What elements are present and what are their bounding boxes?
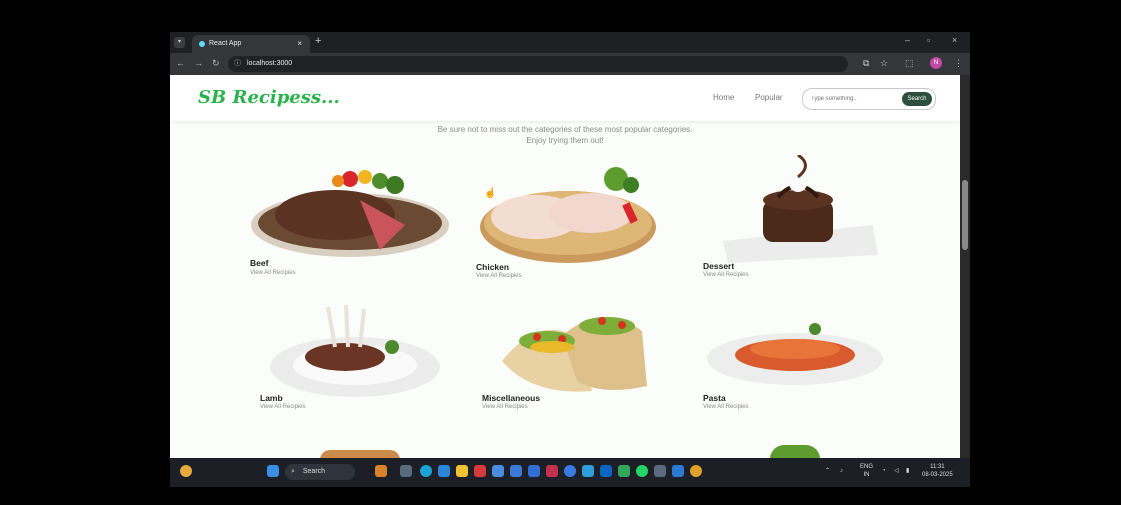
- next-row-image-peek: [770, 445, 820, 458]
- office-icon[interactable]: [546, 465, 558, 477]
- back-button[interactable]: ←: [176, 58, 185, 68]
- teams-icon[interactable]: [582, 465, 594, 477]
- task-view-icon[interactable]: [400, 465, 412, 477]
- category-card-chicken[interactable]: Chicken View All Recipies: [476, 155, 661, 285]
- battery-icon[interactable]: ▮: [906, 467, 909, 475]
- region-code: IN: [863, 472, 870, 478]
- nav-home-link[interactable]: Home: [713, 93, 734, 102]
- page-viewport: SB Recipess... Home Popular Search Be su…: [170, 75, 960, 458]
- store-icon[interactable]: [528, 465, 540, 477]
- calendar-icon[interactable]: [510, 465, 522, 477]
- category-name: Pasta: [703, 393, 726, 403]
- nav-popular-link[interactable]: Popular: [755, 93, 783, 102]
- volume-icon[interactable]: ◁: [894, 467, 899, 475]
- hand-cursor-icon: ☝: [484, 188, 497, 199]
- wifi-icon[interactable]: ◔: [882, 467, 886, 475]
- new-tab-button[interactable]: +: [315, 35, 321, 47]
- reload-button[interactable]: ↻: [212, 58, 220, 69]
- beef-image: [251, 170, 449, 257]
- url-text: localhost:3000: [247, 60, 293, 67]
- search-input[interactable]: [811, 93, 896, 105]
- date: 08-03-2025: [922, 472, 953, 478]
- category-card-dessert[interactable]: Dessert View All Recipies: [703, 155, 883, 285]
- file-explorer-icon[interactable]: [456, 465, 468, 477]
- category-name: Dessert: [703, 261, 735, 271]
- tab-close-icon[interactable]: ×: [297, 35, 302, 53]
- site-header: SB Recipess... Home Popular Search: [170, 75, 960, 121]
- intro-text-line1: Be sure not to miss out the categories o…: [437, 125, 693, 134]
- minimize-button[interactable]: –: [905, 35, 910, 45]
- category-name: Miscellaneous: [482, 393, 541, 403]
- maximize-button[interactable]: ▫: [927, 35, 930, 45]
- copilot-icon[interactable]: [375, 465, 387, 477]
- youtube-icon[interactable]: [474, 465, 486, 477]
- search-button[interactable]: Search: [902, 92, 932, 106]
- taskbar-search-label: Search: [302, 468, 326, 475]
- todo-icon[interactable]: [438, 465, 450, 477]
- scrollbar-thumb[interactable]: [962, 180, 968, 250]
- cortana-icon[interactable]: [564, 465, 576, 477]
- chicken-image: [480, 167, 656, 263]
- browser-toolbar: ← → ↻ ⓘ localhost:3000 ⧉ ☆ ⬚ N ⋮: [170, 53, 970, 75]
- category-name: Chicken: [476, 262, 510, 272]
- category-card-miscellaneous[interactable]: Miscellaneous View All Recipies: [482, 301, 657, 419]
- pasta-image: [707, 323, 883, 385]
- tab-search-menu[interactable]: ▾: [174, 37, 185, 48]
- chrome-icon[interactable]: [690, 465, 702, 477]
- site-logo[interactable]: SB Recipess...: [198, 87, 340, 108]
- category-card-beef[interactable]: Beef View All Recipies: [250, 155, 450, 280]
- meet-icon[interactable]: [618, 465, 630, 477]
- view-recipes-link[interactable]: View All Recipies: [482, 404, 528, 410]
- start-button[interactable]: [267, 465, 279, 477]
- view-recipes-link[interactable]: View All Recipies: [703, 272, 749, 278]
- address-bar[interactable]: ⓘ localhost:3000: [228, 56, 848, 72]
- desktop-screen: ▾ React App × + – ▫ × ← → ↻ ⓘ localhost:3…: [170, 32, 970, 487]
- browser-menu-icon[interactable]: ⋮: [954, 58, 963, 69]
- forward-button[interactable]: →: [194, 58, 203, 68]
- language-indicator[interactable]: ENG IN: [860, 463, 873, 479]
- search-form: Search: [802, 88, 936, 110]
- vscode-icon[interactable]: [672, 465, 684, 477]
- tray-overflow-icon[interactable]: ⌃: [825, 467, 830, 475]
- profile-avatar[interactable]: N: [930, 57, 942, 69]
- miscellaneous-image: [502, 317, 647, 392]
- view-recipes-link[interactable]: View All Recipies: [260, 404, 306, 410]
- dessert-image: [723, 155, 878, 263]
- cast-icon[interactable]: ⧉: [863, 58, 869, 69]
- browser-tab[interactable]: React App ×: [192, 35, 310, 53]
- category-name: Lamb: [260, 393, 283, 403]
- windows-taskbar: ⌕ Search ⌃ ♪ ENG IN ◔ ◁ ▮ 11:31 08-03-2025: [170, 458, 970, 487]
- extensions-icon[interactable]: ⬚: [905, 58, 914, 69]
- tab-title: React App: [209, 40, 242, 47]
- page-scrollbar[interactable]: [960, 75, 970, 458]
- search-icon: ⌕: [291, 468, 295, 475]
- browser-tab-bar: ▾ React App × + – ▫ ×: [170, 32, 970, 53]
- next-row-image-peek: [320, 450, 400, 458]
- app-icon[interactable]: [654, 465, 666, 477]
- bookmark-star-icon[interactable]: ☆: [880, 58, 888, 69]
- react-favicon-icon: [199, 41, 205, 47]
- edge-icon[interactable]: [420, 465, 432, 477]
- widgets-icon[interactable]: [180, 465, 192, 477]
- microphone-icon[interactable]: ♪: [840, 467, 843, 475]
- category-card-lamb[interactable]: Lamb View All Recipies: [260, 287, 440, 417]
- intro-text-line2: Enjoy trying them out!: [526, 136, 604, 145]
- taskbar-search[interactable]: ⌕ Search: [285, 464, 355, 480]
- view-recipes-link[interactable]: View All Recipies: [703, 404, 749, 410]
- linkedin-icon[interactable]: [600, 465, 612, 477]
- category-name: Beef: [250, 258, 269, 268]
- view-recipes-link[interactable]: View All Recipies: [250, 270, 296, 276]
- app-icon[interactable]: [492, 465, 504, 477]
- site-info-icon[interactable]: ⓘ: [234, 60, 241, 67]
- lamb-image: [270, 304, 440, 397]
- view-recipes-link[interactable]: View All Recipies: [476, 273, 522, 279]
- clock[interactable]: 11:31 08-03-2025: [922, 463, 953, 479]
- whatsapp-icon[interactable]: [636, 465, 648, 477]
- close-window-button[interactable]: ×: [952, 35, 957, 45]
- time: 11:31: [930, 464, 945, 470]
- lang-code: ENG: [860, 464, 874, 470]
- category-card-pasta[interactable]: Pasta View All Recipies: [703, 315, 888, 420]
